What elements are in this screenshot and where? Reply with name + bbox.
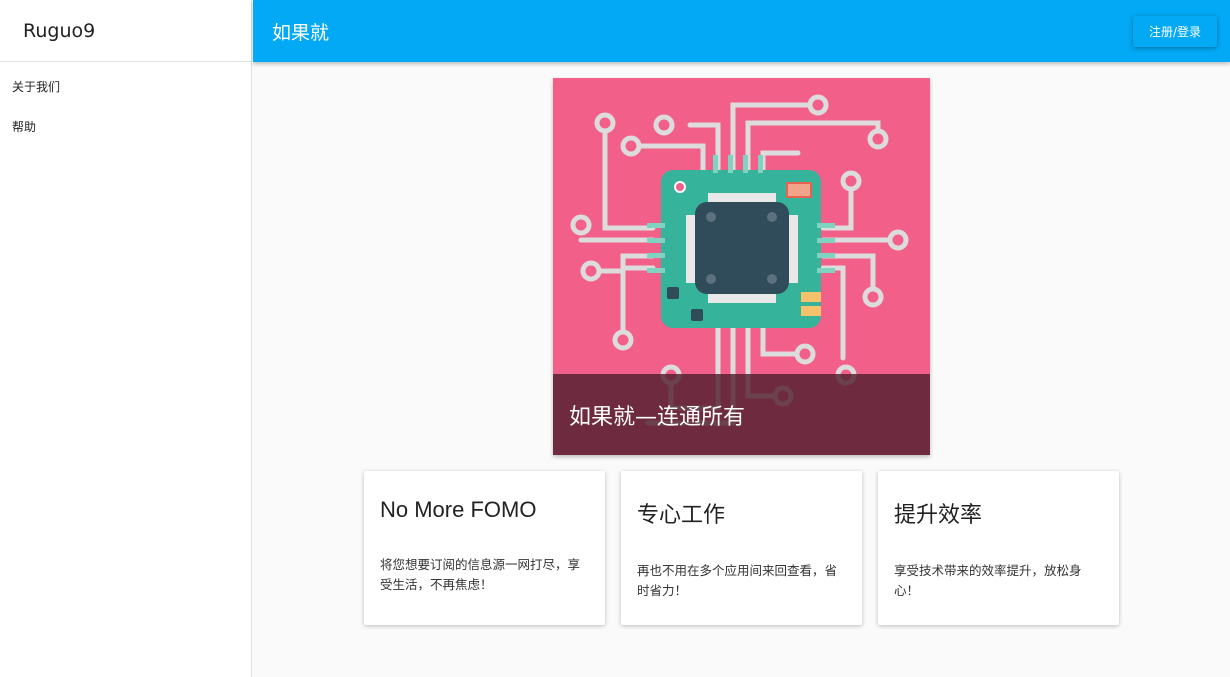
hero-caption: 如果就—连通所有: [553, 374, 930, 455]
app-bar: 如果就 注册/登录: [253, 0, 1230, 62]
card-text: 将您想要订阅的信息源一网打尽，享受生活，不再焦虑！: [380, 557, 581, 592]
page-title: 如果就: [272, 21, 330, 44]
feature-card-fomo: No More FOMO 将您想要订阅的信息源一网打尽，享受生活，不再焦虑！: [364, 471, 605, 625]
card-text: 享受技术带来的效率提升，放松身心！: [894, 563, 1082, 598]
sidebar-item-about[interactable]: 关于我们: [0, 66, 251, 106]
sidebar-nav: 关于我们 帮助: [0, 62, 251, 146]
brand-name[interactable]: Ruguo9: [0, 0, 251, 62]
card-text: 再也不用在多个应用间来回查看，省时省力！: [637, 563, 838, 598]
sidebar-item-help[interactable]: 帮助: [0, 106, 251, 146]
card-title: 专心工作: [637, 502, 726, 527]
feature-card-focus: 专心工作 再也不用在多个应用间来回查看，省时省力！: [621, 471, 862, 625]
sidebar: Ruguo9 关于我们 帮助: [0, 0, 252, 677]
card-title: 提升效率: [894, 502, 983, 527]
login-register-button[interactable]: 注册/登录: [1132, 15, 1217, 47]
feature-card-efficiency: 提升效率 享受技术带来的效率提升，放松身心！: [878, 471, 1119, 625]
card-title: No More FOMO: [380, 497, 537, 522]
hero-card: 如果就—连通所有: [553, 78, 930, 455]
